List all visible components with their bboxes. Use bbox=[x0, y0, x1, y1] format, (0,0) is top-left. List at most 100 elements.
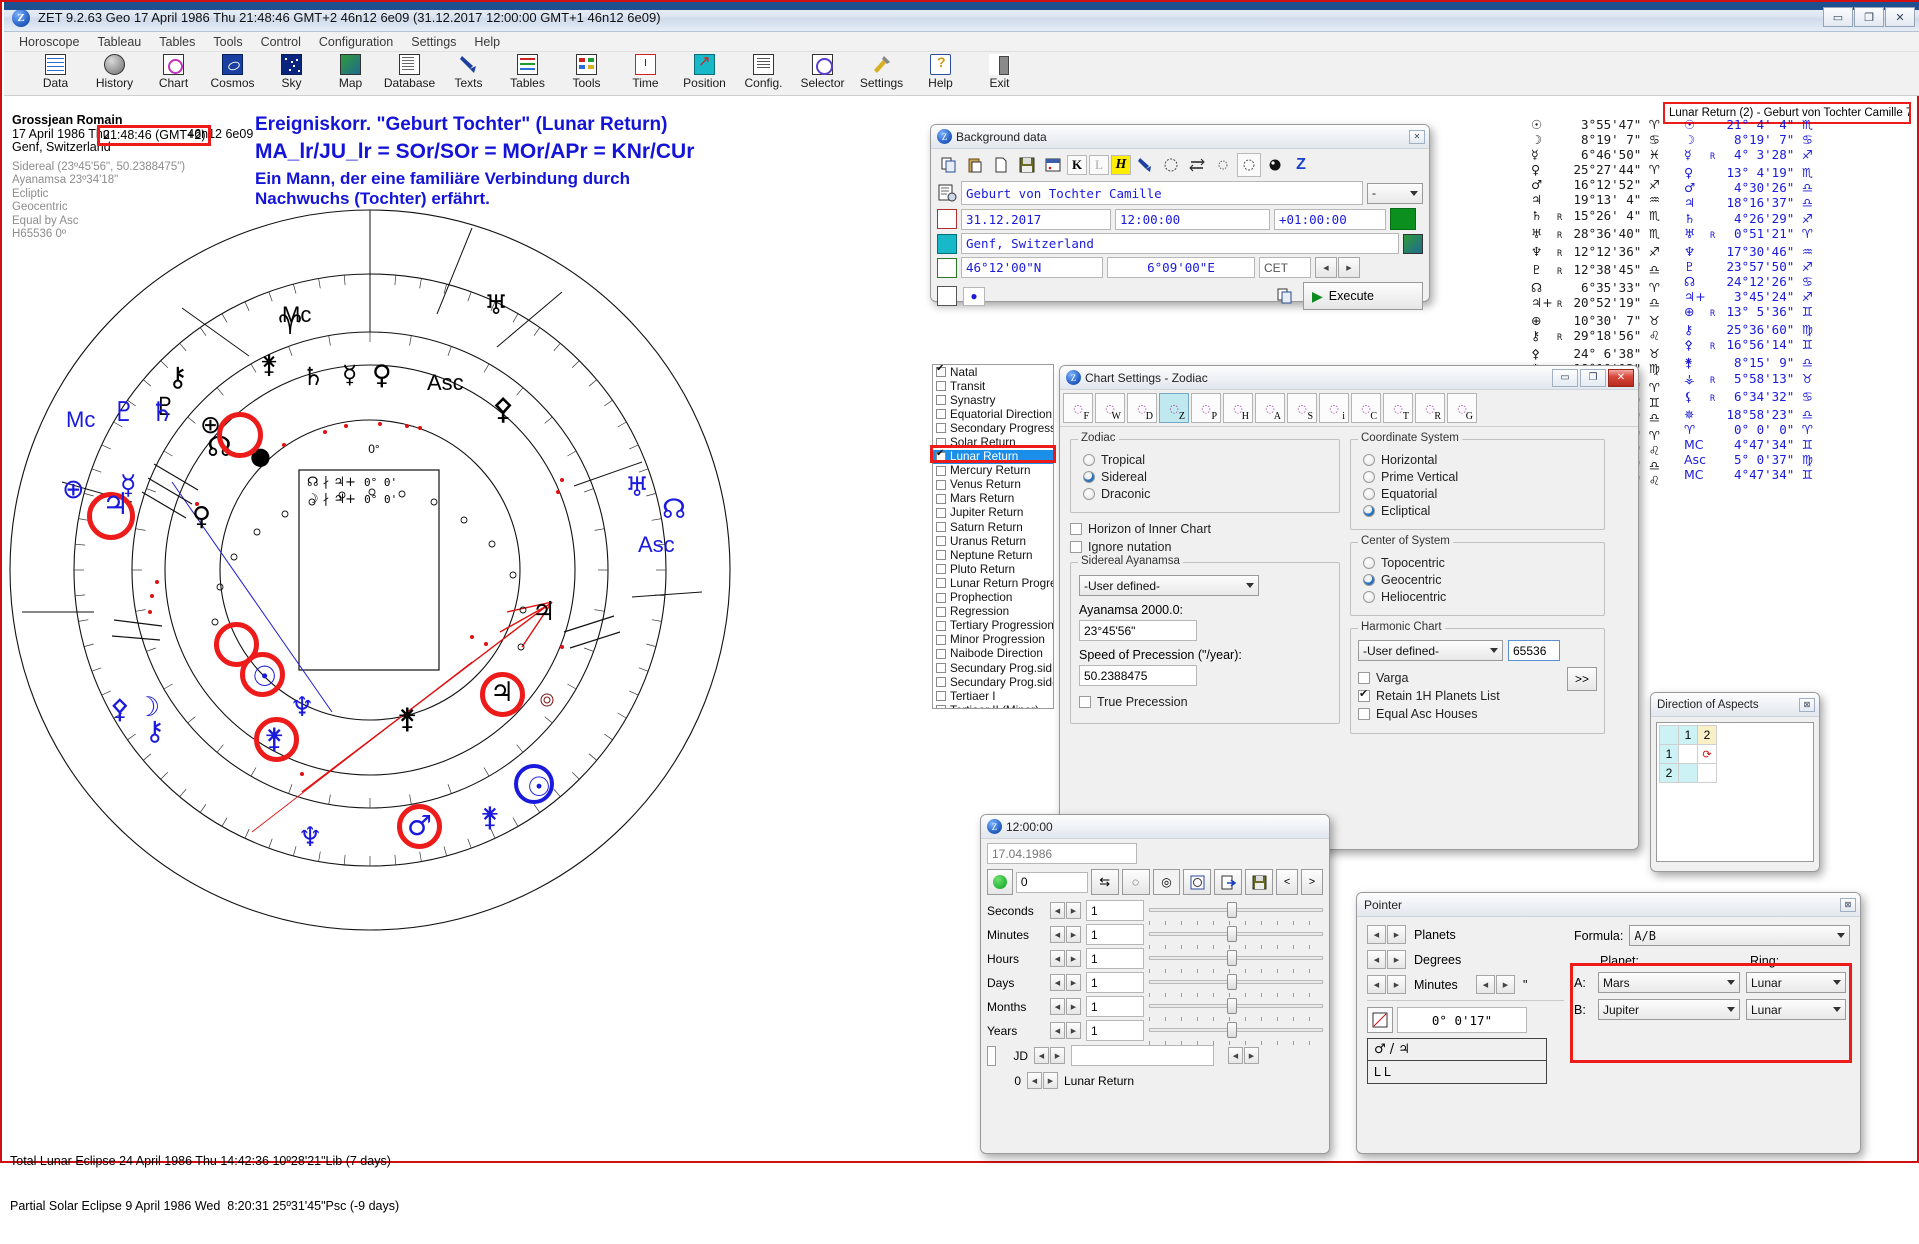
checkbox-icon[interactable] bbox=[936, 536, 946, 546]
copy-icon[interactable] bbox=[937, 153, 961, 177]
stepper-row-slider[interactable] bbox=[1149, 998, 1323, 1015]
chart-type-item-secundary-prog-sid-c[interactable]: Secundary Prog.sid-c. bbox=[933, 675, 1053, 689]
chart-type-item-pluto-return[interactable]: Pluto Return bbox=[933, 562, 1053, 576]
pen-icon[interactable] bbox=[1133, 153, 1157, 177]
stepper-buttons[interactable]: ◀▶ bbox=[1050, 1022, 1081, 1039]
l-icon[interactable]: L bbox=[1089, 155, 1109, 175]
planet-row[interactable]: ♇R 12°38'45" ♎ bbox=[1531, 262, 1660, 280]
planet-row[interactable]: ♆ 17°30'46" ♒ bbox=[1684, 244, 1813, 259]
stepper-right[interactable]: ▶ bbox=[1496, 975, 1515, 994]
stepper-row-value[interactable]: 1 bbox=[1086, 972, 1144, 993]
toolbar-button-history[interactable]: History bbox=[85, 52, 144, 90]
chart-type-list[interactable]: NatalTransitSynastryEquatorial Direction… bbox=[932, 364, 1054, 709]
jd-toggle[interactable] bbox=[987, 1046, 996, 1066]
menu-item-horoscope[interactable]: Horoscope bbox=[10, 34, 88, 50]
chart-type-item-transit[interactable]: Transit bbox=[933, 379, 1053, 393]
planets-stepper[interactable]: ◀▶ bbox=[1367, 925, 1406, 944]
pointer-mode-icon[interactable] bbox=[1367, 1007, 1393, 1033]
harmonic-select[interactable]: -User defined- bbox=[1358, 640, 1503, 661]
checkbox-horizon-inner-chart[interactable]: Horizon of Inner Chart bbox=[1070, 522, 1340, 536]
planet-row[interactable]: ⊕R 13° 5'36" ♊ bbox=[1684, 304, 1813, 322]
checkbox-icon[interactable] bbox=[936, 564, 946, 574]
checkbox-icon[interactable] bbox=[936, 649, 946, 659]
chart-type-item-natal[interactable]: Natal bbox=[933, 365, 1053, 379]
timezone-offset-input[interactable]: +01:00:00 bbox=[1274, 209, 1386, 230]
stepper-row-slider[interactable] bbox=[1149, 974, 1323, 991]
menu-item-control[interactable]: Control bbox=[252, 34, 310, 50]
stepper-left[interactable]: ◀ bbox=[1367, 975, 1386, 994]
time-input[interactable]: 12:00:00 bbox=[1115, 209, 1270, 230]
map-icon[interactable] bbox=[1403, 234, 1423, 254]
stepper-left[interactable]: ◀ bbox=[1367, 925, 1386, 944]
planet-row[interactable]: ♆R 12°12'36" ♐ bbox=[1531, 244, 1660, 262]
checkbox-icon[interactable] bbox=[936, 593, 946, 603]
slider-thumb[interactable] bbox=[1227, 974, 1237, 990]
stepper-right[interactable]: ▶ bbox=[1338, 257, 1360, 278]
planet-row[interactable]: ♂ 4°30'26" ♎ bbox=[1684, 180, 1813, 195]
menu-item-help[interactable]: Help bbox=[465, 34, 509, 50]
stepper-row-value[interactable]: 1 bbox=[1086, 996, 1144, 1017]
slider-thumb[interactable] bbox=[1227, 998, 1237, 1014]
longitude-input[interactable]: 6°09'00"E bbox=[1107, 257, 1255, 278]
toolbar-button-help[interactable]: Help bbox=[911, 52, 970, 90]
date-input[interactable]: 31.12.2017 bbox=[961, 209, 1111, 230]
chart-kind-stepper[interactable]: ◀▶ bbox=[1027, 1072, 1058, 1089]
stepper-right[interactable]: ▶ bbox=[1066, 998, 1081, 1015]
point-toggle[interactable]: ● bbox=[963, 287, 985, 306]
planet-row[interactable]: ♂ 16°12'52" ♐ bbox=[1531, 177, 1660, 192]
radio-ecliptical[interactable]: Ecliptical bbox=[1363, 504, 1600, 518]
precession-input[interactable]: 50.2388475 bbox=[1079, 665, 1197, 686]
menu-item-tables[interactable]: Tables bbox=[150, 34, 204, 50]
cell-2-2[interactable] bbox=[1698, 764, 1717, 783]
minimize-button[interactable]: ▭ bbox=[1552, 369, 1578, 387]
maximize-button[interactable]: ❐ bbox=[1580, 369, 1606, 387]
save-icon[interactable] bbox=[1015, 153, 1039, 177]
planet-row[interactable]: MC 4°47'34" ♊ bbox=[1684, 437, 1813, 452]
prev-button[interactable]: < bbox=[1276, 869, 1298, 895]
export-icon[interactable] bbox=[1214, 869, 1242, 895]
stepper-left[interactable]: ◀ bbox=[1367, 950, 1386, 969]
stepper-right[interactable]: ▶ bbox=[1387, 950, 1406, 969]
stepper-row-value[interactable]: 1 bbox=[1086, 948, 1144, 969]
toolbar-button-chart[interactable]: Chart bbox=[144, 52, 203, 90]
paste-icon[interactable] bbox=[963, 153, 987, 177]
jd-input[interactable] bbox=[1071, 1045, 1214, 1066]
planet-row[interactable]: ♇ 23°57'50" ♐ bbox=[1684, 259, 1813, 274]
menu-item-tableau[interactable]: Tableau bbox=[88, 34, 150, 50]
close-button[interactable]: ✕ bbox=[1608, 369, 1634, 387]
checkbox-icon[interactable] bbox=[936, 677, 946, 687]
radio-topocentric[interactable]: Topocentric bbox=[1363, 556, 1600, 570]
stepper-left[interactable]: ◀ bbox=[1050, 902, 1065, 919]
tab-a[interactable]: ◌A bbox=[1255, 393, 1285, 423]
stepper-buttons[interactable]: ◀▶ bbox=[1050, 926, 1081, 943]
chart-type-item-naibode-direction[interactable]: Naibode Direction bbox=[933, 647, 1053, 661]
harmonic-value-input[interactable]: 65536 bbox=[1508, 640, 1560, 661]
close-icon[interactable]: ⊠ bbox=[1799, 698, 1815, 712]
stepper-right[interactable]: ▶ bbox=[1387, 975, 1406, 994]
ring-a-select[interactable]: Lunar bbox=[1746, 972, 1846, 993]
chart-wheel[interactable]: 0° ☊ ∤ ♃+ 0° 0' ☽ ∤ ♃+ 0° 0' ♈ ♀ ♅ ⚷ Mc … bbox=[2, 192, 772, 952]
slider-thumb[interactable] bbox=[1227, 1022, 1237, 1038]
slider-thumb[interactable] bbox=[1227, 902, 1237, 918]
planet-row[interactable]: ☉ 21° 4' 4" ♏ bbox=[1684, 117, 1813, 132]
chart-type-item-synastry[interactable]: Synastry bbox=[933, 393, 1053, 407]
place-input[interactable]: Genf, Switzerland bbox=[961, 233, 1399, 254]
checkbox-icon[interactable] bbox=[936, 452, 946, 462]
stepper-right[interactable]: ▶ bbox=[1066, 950, 1081, 967]
event-name-input[interactable]: Geburt von Tochter Camille bbox=[961, 181, 1363, 205]
radio-prime-vertical[interactable]: Prime Vertical bbox=[1363, 470, 1600, 484]
planet-a-select[interactable]: Mars bbox=[1598, 972, 1740, 993]
stepper-left[interactable]: ◀ bbox=[1050, 1022, 1065, 1039]
menu-item-tools[interactable]: Tools bbox=[204, 34, 251, 50]
ring-icon[interactable] bbox=[1237, 153, 1261, 177]
planet-row[interactable]: ♃+R 20°52'19" ♎ bbox=[1531, 295, 1660, 313]
checkbox-icon[interactable] bbox=[936, 691, 946, 701]
toolbar-button-sky[interactable]: Sky bbox=[262, 52, 321, 90]
event-kind-select[interactable]: - bbox=[1367, 183, 1423, 204]
radio-sidereal[interactable]: Sidereal bbox=[1083, 470, 1335, 484]
chart-type-item-mars-return[interactable]: Mars Return bbox=[933, 492, 1053, 506]
planet-row[interactable]: ♃ 19°13' 4" ♒ bbox=[1531, 192, 1660, 207]
stepper-row-slider[interactable] bbox=[1149, 950, 1323, 967]
planet-row[interactable]: ☊ 6°35'33" ♈ bbox=[1531, 280, 1660, 295]
close-icon[interactable]: ⊠ bbox=[1840, 898, 1856, 912]
